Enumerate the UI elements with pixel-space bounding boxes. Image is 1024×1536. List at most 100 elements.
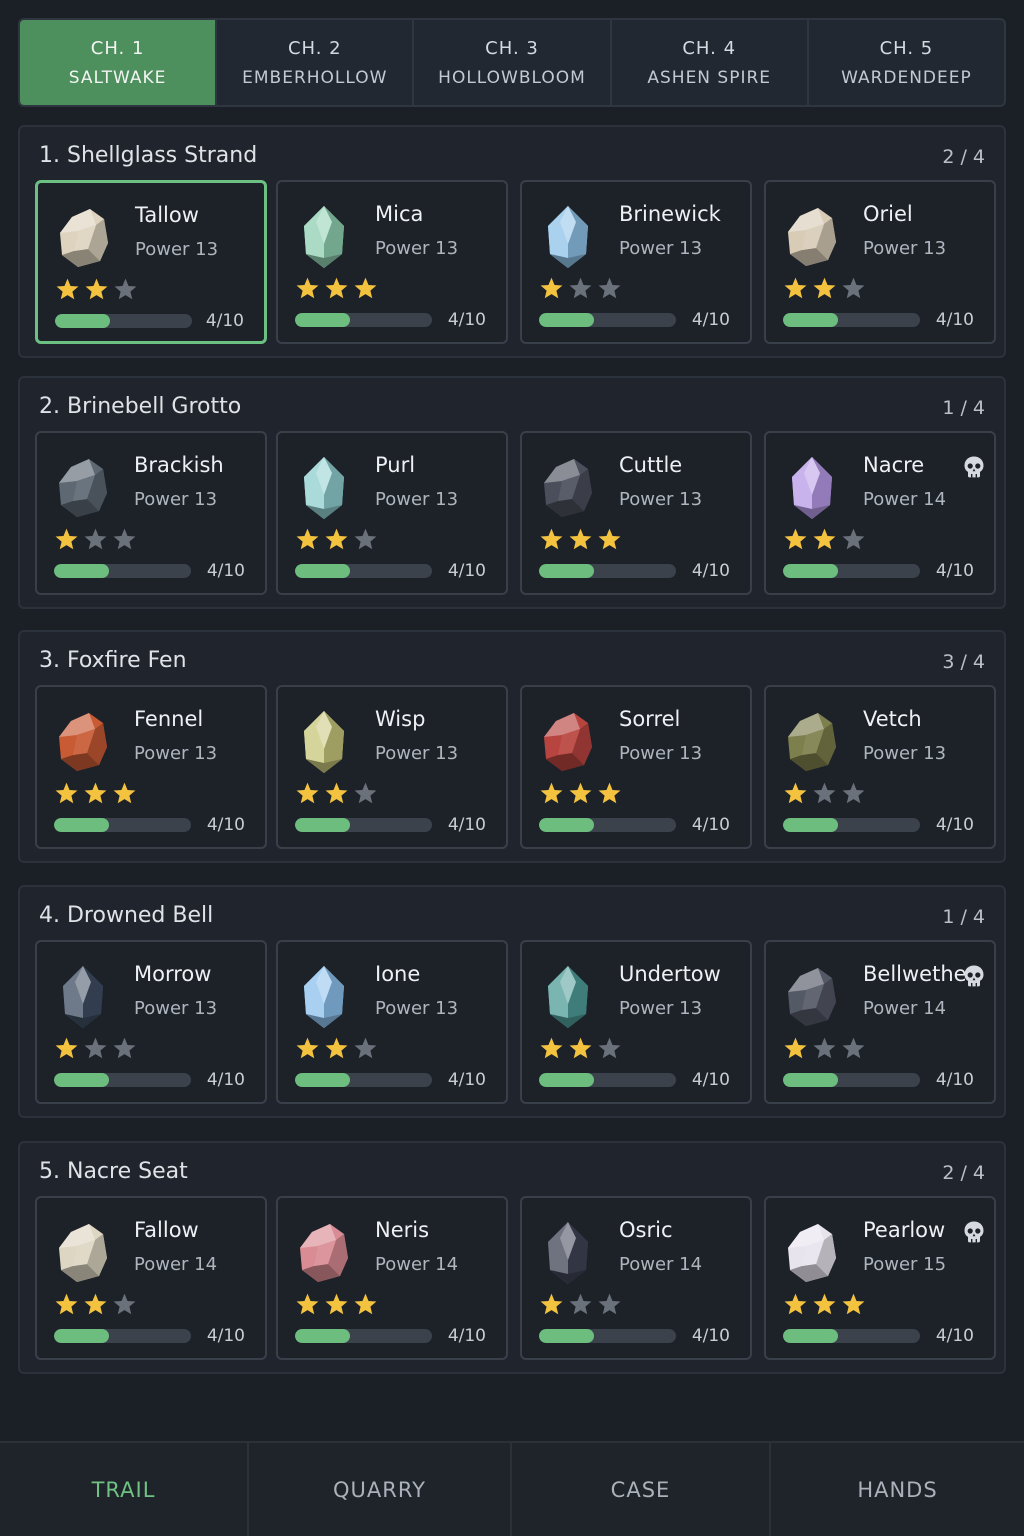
stone-card[interactable]: Pearlow Power 15 4/10 — [764, 1196, 996, 1360]
star-rating — [54, 781, 137, 806]
stone-power: Power 14 — [863, 489, 947, 510]
star-filled-icon — [113, 782, 136, 804]
progress-fill — [783, 1073, 838, 1087]
stone-name: Tallow — [135, 203, 199, 227]
progress-fill — [295, 1073, 350, 1087]
nav-case[interactable]: CASE — [512, 1443, 771, 1536]
crystal-icon — [304, 457, 344, 519]
progress-bar — [783, 564, 920, 578]
tab-chapter-2[interactable]: CH. 2 EMBERHOLLOW — [217, 20, 415, 105]
star-filled-icon — [84, 782, 107, 804]
progress-text: 4/10 — [447, 561, 486, 581]
tab-chapter-5[interactable]: CH. 5 WARDENDEEP — [809, 20, 1004, 105]
nav-hands[interactable]: HANDS — [771, 1443, 1024, 1536]
stone-card[interactable]: Sorrel Power 13 4/10 — [520, 685, 752, 849]
star-empty-icon — [113, 1037, 136, 1059]
progress-fill — [539, 564, 594, 578]
star-filled-icon — [569, 528, 592, 550]
stone-card[interactable]: Mica Power 13 4/10 — [276, 180, 508, 344]
progress-text: 4/10 — [447, 815, 486, 835]
stone-power: Power 14 — [863, 998, 947, 1019]
star-empty-icon — [354, 528, 377, 550]
star-filled-icon — [296, 782, 319, 804]
star-rating — [783, 276, 866, 301]
star-rating — [54, 527, 137, 552]
stone-card[interactable]: Morrow Power 13 4/10 — [35, 940, 267, 1104]
tab-chapter-3[interactable]: CH. 3 HOLLOWBLOOM — [414, 20, 612, 105]
stone-card[interactable]: Cuttle Power 13 4/10 — [520, 431, 752, 595]
bottom-nav: TRAIL QUARRY CASE HANDS — [0, 1441, 1024, 1536]
stone-card[interactable]: Osric Power 14 4/10 — [520, 1196, 752, 1360]
progress-text: 4/10 — [935, 815, 974, 835]
progress-text: 4/10 — [206, 561, 245, 581]
stone-icon — [59, 1224, 107, 1282]
section-progress-count: 1 / 4 — [942, 906, 985, 928]
star-rating — [539, 1036, 622, 1061]
stone-card[interactable]: Undertow Power 13 4/10 — [520, 940, 752, 1104]
star-filled-icon — [569, 1037, 592, 1059]
stone-name: Osric — [619, 1218, 673, 1242]
stone-icon — [60, 209, 108, 267]
progress-fill — [539, 1073, 594, 1087]
stone-power: Power 13 — [135, 239, 219, 260]
star-filled-icon — [784, 1293, 807, 1315]
stone-card[interactable]: Wisp Power 13 4/10 — [276, 685, 508, 849]
progress-text: 4/10 — [206, 1326, 245, 1346]
star-rating — [539, 781, 622, 806]
progress-text: 4/10 — [206, 1070, 245, 1090]
star-rating — [783, 1292, 866, 1317]
stone-name: Morrow — [134, 962, 212, 986]
stone-card[interactable]: Oriel Power 13 4/10 — [764, 180, 996, 344]
stone-card[interactable]: Fallow Power 14 4/10 — [35, 1196, 267, 1360]
progress-fill — [295, 818, 350, 832]
stage-section: 1. Shellglass Strand 2 / 4 Tallow Power 13 4… — [18, 125, 1006, 358]
section-progress-count: 2 / 4 — [942, 1162, 985, 1184]
stone-card[interactable]: Tallow Power 13 4/10 — [35, 180, 267, 344]
star-filled-icon — [296, 528, 319, 550]
stone-card[interactable]: Neris Power 14 4/10 — [276, 1196, 508, 1360]
stone-card[interactable]: Brackish Power 13 4/10 — [35, 431, 267, 595]
stone-power: Power 13 — [619, 998, 703, 1019]
stone-card[interactable]: Purl Power 13 4/10 — [276, 431, 508, 595]
tab-chapter-4[interactable]: CH. 4 ASHEN SPIRE — [612, 20, 809, 105]
stone-name: Undertow — [619, 962, 721, 986]
progress-bar — [54, 1073, 191, 1087]
star-empty-icon — [813, 782, 836, 804]
progress-bar — [783, 1329, 920, 1343]
progress-bar — [295, 313, 432, 327]
progress-bar — [295, 818, 432, 832]
progress-text: 4/10 — [447, 1070, 486, 1090]
star-filled-icon — [540, 1037, 563, 1059]
section-progress-count: 3 / 4 — [942, 651, 985, 673]
stone-name: Purl — [375, 453, 416, 477]
progress-fill — [54, 818, 109, 832]
progress-bar — [783, 313, 920, 327]
stage-section: 5. Nacre Seat 2 / 4 Fallow Power 14 4/10 Neri… — [18, 1141, 1006, 1374]
star-filled-icon — [296, 1293, 319, 1315]
stone-power: Power 13 — [619, 489, 703, 510]
stone-card[interactable]: Nacre Power 14 4/10 — [764, 431, 996, 595]
tab-chapter-1[interactable]: CH. 1 SALTWAKE — [20, 20, 218, 105]
nav-quarry[interactable]: QUARRY — [249, 1443, 512, 1536]
progress-fill — [539, 818, 594, 832]
star-empty-icon — [598, 1293, 621, 1315]
chapter-number: CH. 1 — [90, 37, 145, 59]
star-empty-icon — [84, 528, 107, 550]
crystal-icon — [548, 206, 588, 268]
progress-bar — [539, 1073, 676, 1087]
stone-card[interactable]: Bellwether Power 14 4/10 — [764, 940, 996, 1104]
stone-card[interactable]: Vetch Power 13 4/10 — [764, 685, 996, 849]
star-empty-icon — [114, 278, 137, 300]
section-title: 4. Drowned Bell — [39, 903, 214, 928]
stone-card[interactable]: Fennel Power 13 4/10 — [35, 685, 267, 849]
star-rating — [295, 527, 378, 552]
chapter-number: CH. 3 — [485, 37, 539, 59]
stone-card[interactable]: Ione Power 13 4/10 — [276, 940, 508, 1104]
nav-trail[interactable]: TRAIL — [0, 1443, 249, 1536]
stage-section: 4. Drowned Bell 1 / 4 Morrow Power 13 4/10 Io… — [18, 885, 1006, 1118]
star-empty-icon — [842, 277, 865, 299]
stone-card[interactable]: Brinewick Power 13 4/10 — [520, 180, 752, 344]
progress-fill — [54, 1329, 109, 1343]
stone-power: Power 13 — [375, 238, 459, 259]
progress-bar — [295, 1073, 432, 1087]
